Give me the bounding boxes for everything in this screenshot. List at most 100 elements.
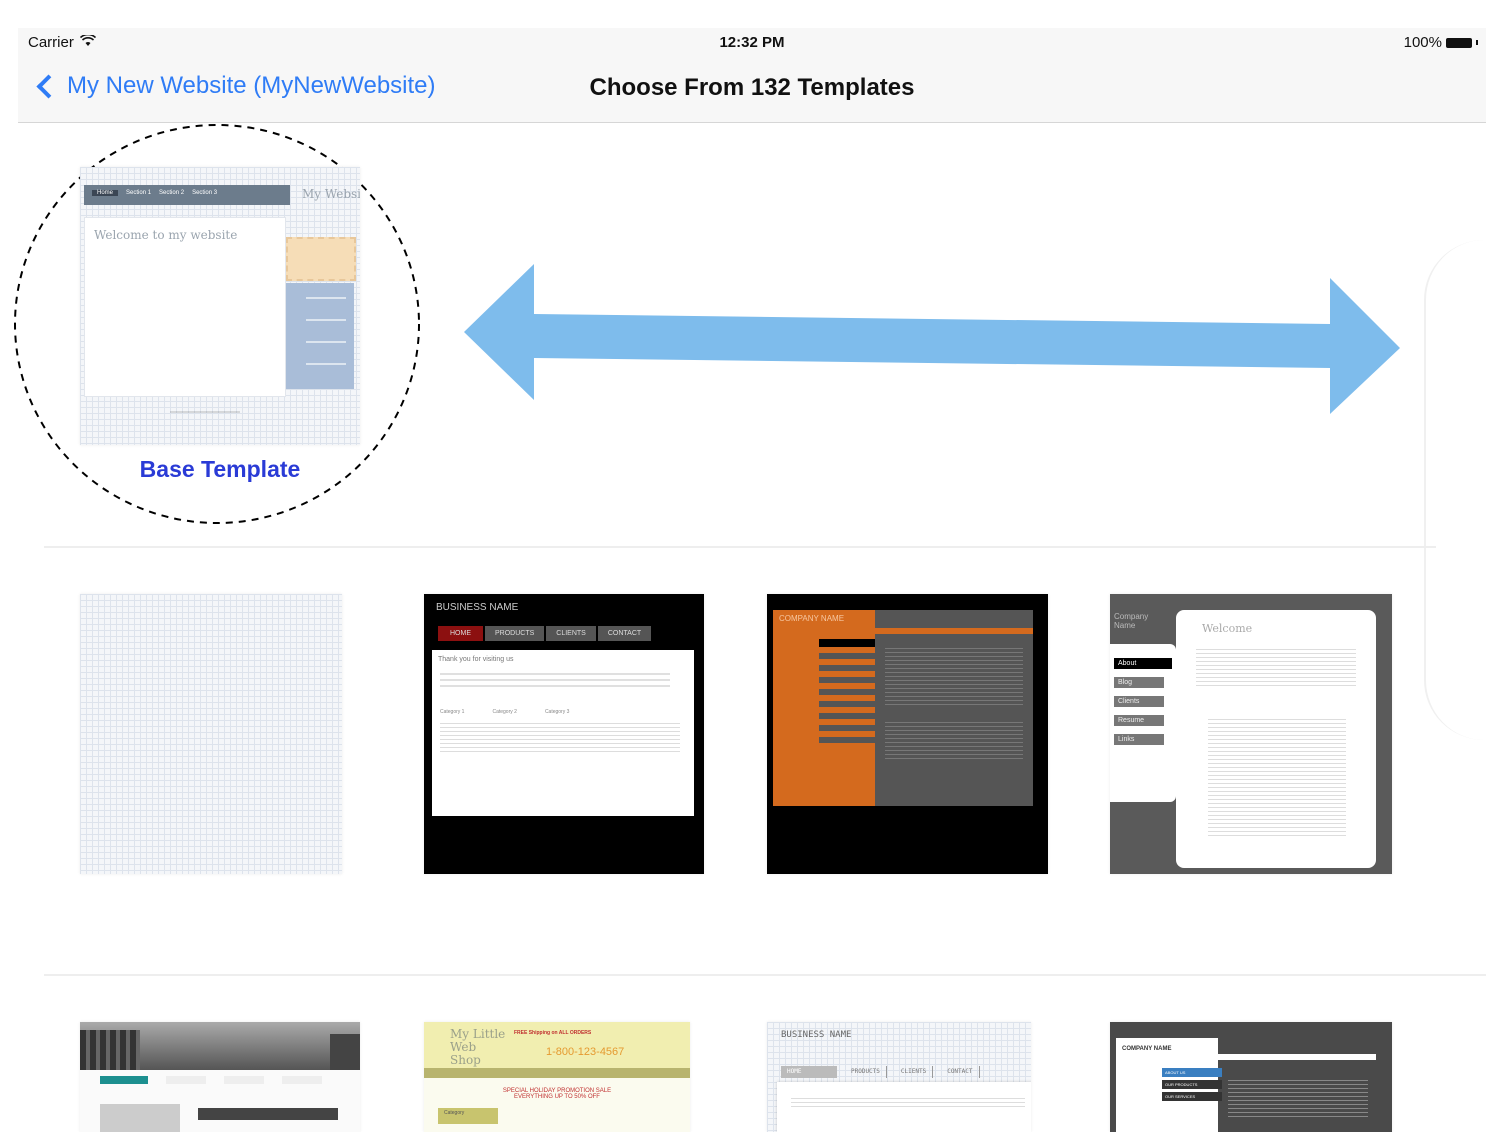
menu-item (819, 713, 879, 719)
navigation-bar: Carrier 12:32 PM 100% My New Website (My… (18, 28, 1486, 123)
template-welcome: Welcome (1202, 622, 1253, 635)
section-divider (44, 974, 1486, 976)
page-edge-arc (1424, 240, 1486, 740)
base-template-label[interactable]: Base Template (80, 456, 360, 483)
template-nav-item: About (1114, 658, 1172, 669)
template-header: My Little Web Shop FREE Shipping on ALL … (424, 1022, 690, 1078)
template-header-image (80, 1022, 360, 1070)
template-nav-item: Blog (1114, 677, 1164, 688)
template-brand: BUSINESS NAME (781, 1030, 852, 1040)
template-thumbnail-blank[interactable] (80, 594, 342, 874)
template-navbar: HOME PRODUCTS CLIENTS CONTACT (438, 626, 652, 641)
accent-bar (875, 628, 1033, 634)
template-nav-item (282, 1076, 322, 1084)
template-nav-item: Clients (1114, 696, 1164, 707)
template-brand: My Little Web Shop (450, 1027, 506, 1067)
text-block (1208, 719, 1346, 839)
template-nav-item: CLIENTS (895, 1066, 934, 1078)
template-heading-bar (198, 1108, 338, 1120)
template-thumbnail-web-shop[interactable]: My Little Web Shop FREE Shipping on ALL … (424, 1022, 690, 1132)
template-promo: FREE Shipping on ALL ORDERS (514, 1030, 592, 1036)
text-line (440, 679, 670, 681)
menu-item (819, 701, 879, 707)
template-nav-item (166, 1076, 206, 1084)
base-nav-item: Section 2 (159, 190, 185, 196)
template-brand: COMPANY NAME (1122, 1046, 1172, 1052)
template-content (777, 1082, 1031, 1132)
base-nav-item: Home (92, 190, 119, 196)
base-template-header-text: My Websi (302, 187, 360, 201)
template-nav-item: CONTACT (941, 1066, 980, 1078)
template-thumbnail-company-dark[interactable]: COMPANY NAME ABOUT US OUR PRODUCTS OUR S… (1110, 1022, 1392, 1132)
battery-percent: 100% (1403, 34, 1442, 51)
template-thumbnail-city-photo[interactable] (80, 1022, 360, 1132)
template-thumbnail-company-gray[interactable]: Company Name About Blog Clients Resume L… (1110, 594, 1392, 874)
template-nav-item (224, 1076, 264, 1084)
base-template-note-box (286, 237, 356, 281)
template-content (875, 610, 1033, 806)
template-phone: 1-800-123-4567 (546, 1046, 625, 1058)
template-headline: Thank you for visiting us (438, 656, 514, 663)
sidebar-line (306, 297, 346, 299)
base-template-navbar: Home Section 1 Section 2 Section 3 (84, 185, 290, 205)
template-category: Category (438, 1108, 498, 1124)
battery-tip (1476, 40, 1478, 45)
template-navbar (80, 1076, 360, 1084)
double-arrow-icon (464, 264, 1400, 414)
template-brand: BUSINESS NAME (436, 602, 519, 613)
text-block (791, 1098, 1025, 1110)
menu-item (819, 737, 879, 743)
menu-item (819, 639, 879, 647)
menu-item (819, 653, 879, 659)
battery-status: 100% (1404, 34, 1478, 51)
template-content: Welcome (1176, 610, 1376, 868)
section-divider (44, 546, 1436, 548)
text-line (440, 673, 670, 675)
sidebar-line (306, 319, 346, 321)
menu-item (819, 677, 879, 683)
text-line (440, 685, 670, 687)
buildings-image (80, 1030, 140, 1070)
sidebar-line (306, 341, 346, 343)
template-column: Category 3 (544, 709, 570, 715)
base-nav-item: Section 3 (192, 190, 218, 196)
menu-item (819, 665, 879, 671)
template-column: Category 1 (440, 709, 465, 715)
template-nav-item: HOME (781, 1066, 837, 1078)
template-nav-item: ABOUT US (1162, 1068, 1222, 1077)
template-nav-item: CLIENTS (546, 626, 596, 641)
text-block (885, 648, 1023, 708)
text-block (885, 722, 1023, 762)
base-template-footer (170, 411, 240, 413)
battery-icon (1446, 37, 1472, 48)
template-image (100, 1104, 180, 1132)
text-block (1228, 1080, 1368, 1120)
base-template-welcome: Welcome to my website (94, 228, 238, 242)
accent-bar (1218, 1054, 1376, 1060)
template-brand: Company Name (1114, 612, 1149, 630)
template-nav-item: HOME (438, 626, 483, 641)
template-thumbnail-company-orange[interactable]: COMPANY NAME (767, 594, 1048, 874)
template-columns: Category 1 Category 2 Category 3 (432, 691, 694, 719)
template-content: Thank you for visiting us Category 1 Cat… (432, 650, 694, 816)
template-nav-panel: About Blog Clients Resume Links (1110, 644, 1176, 802)
base-template-content: Welcome to my website (84, 217, 286, 397)
text-block (1196, 649, 1356, 689)
template-thumbnail-business-black[interactable]: BUSINESS NAME HOME PRODUCTS CLIENTS CONT… (424, 594, 704, 874)
template-column: Category 2 (492, 709, 517, 715)
template-nav-item: PRODUCTS (485, 626, 545, 641)
template-nav-item: OUR PRODUCTS (1162, 1080, 1222, 1089)
menu-item (819, 689, 879, 695)
text-block (440, 723, 680, 753)
template-nav-item: PRODUCTS (845, 1066, 887, 1078)
template-nav-item (100, 1076, 148, 1084)
base-template-thumbnail[interactable]: Home Section 1 Section 2 Section 3 My We… (80, 167, 360, 445)
template-thumbnail-business-tabs[interactable]: BUSINESS NAME HOME PRODUCTS CLIENTS CONT… (767, 1022, 1031, 1132)
template-nav-item: Resume (1114, 715, 1164, 726)
template-sale-subline: EVERYTHING UP TO 50% OFF (514, 1094, 600, 1100)
template-nav-item: OUR SERVICES (1162, 1092, 1222, 1101)
template-sidebar: COMPANY NAME ABOUT US OUR PRODUCTS OUR S… (1116, 1038, 1222, 1132)
base-template-sidebar (286, 283, 354, 389)
base-nav-item: Section 1 (126, 190, 152, 196)
template-nav-item: CONTACT (597, 626, 652, 641)
